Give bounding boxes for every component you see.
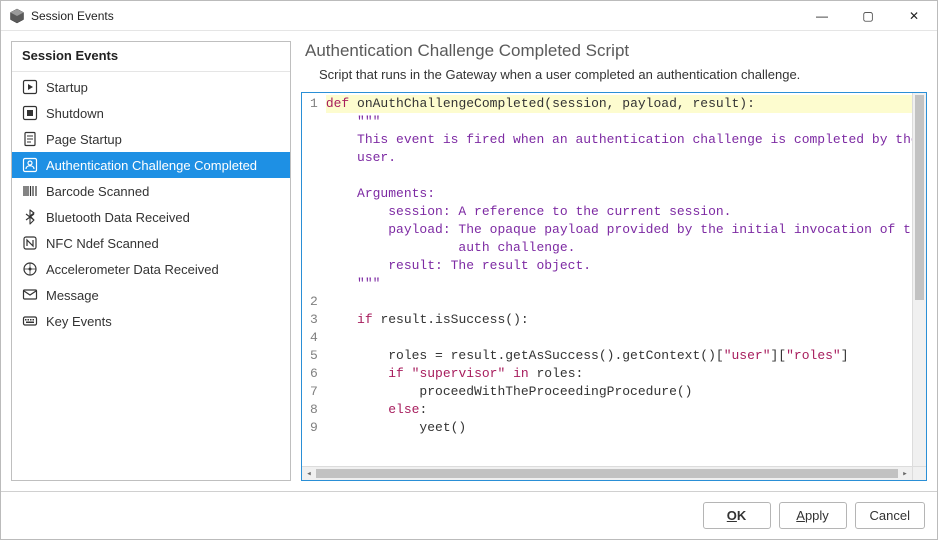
gutter-line: 2 bbox=[310, 293, 318, 311]
sidebar-item-label: Key Events bbox=[46, 314, 112, 329]
apply-button[interactable]: Apply bbox=[779, 502, 847, 529]
accel-icon bbox=[22, 261, 38, 277]
gutter-line bbox=[310, 275, 318, 293]
sidebar-item-bluetooth-data-received[interactable]: Bluetooth Data Received bbox=[12, 204, 290, 230]
gutter-line: 8 bbox=[310, 401, 318, 419]
gutter-line bbox=[310, 257, 318, 275]
code-line[interactable]: result: The result object. bbox=[326, 257, 926, 275]
code-line[interactable]: def onAuthChallengeCompleted(session, pa… bbox=[326, 95, 926, 113]
code-line[interactable]: yeet() bbox=[326, 419, 926, 437]
code-gutter: 1 23456789 bbox=[302, 93, 322, 480]
close-button[interactable]: ✕ bbox=[891, 1, 937, 30]
sidebar-item-label: Shutdown bbox=[46, 106, 104, 121]
gutter-line: 5 bbox=[310, 347, 318, 365]
code-line[interactable]: user. bbox=[326, 149, 926, 167]
sidebar: Session Events Startup Shutdown Page Start… bbox=[11, 41, 291, 481]
code-line[interactable]: if result.isSuccess(): bbox=[326, 311, 926, 329]
gutter-line bbox=[310, 131, 318, 149]
play-icon bbox=[22, 79, 38, 95]
code-line[interactable]: session: A reference to the current sess… bbox=[326, 203, 926, 221]
nfc-icon bbox=[22, 235, 38, 251]
dialog-footer: OK Apply Cancel bbox=[1, 491, 937, 539]
sidebar-item-authentication-challenge-completed[interactable]: Authentication Challenge Completed bbox=[12, 152, 290, 178]
gutter-line bbox=[310, 113, 318, 131]
code-line[interactable]: auth challenge. bbox=[326, 239, 926, 257]
sidebar-item-startup[interactable]: Startup bbox=[12, 74, 290, 100]
gutter-line bbox=[310, 149, 318, 167]
gutter-line bbox=[310, 203, 318, 221]
sidebar-item-label: Page Startup bbox=[46, 132, 122, 147]
code-editor[interactable]: 1 23456789 def onAuthChallengeCompleted(s… bbox=[301, 92, 927, 481]
barcode-icon bbox=[22, 183, 38, 199]
key-icon bbox=[22, 313, 38, 329]
minimize-button[interactable]: — bbox=[799, 1, 845, 30]
code-line[interactable]: else: bbox=[326, 401, 926, 419]
body-area: Session Events Startup Shutdown Page Start… bbox=[1, 31, 937, 491]
sidebar-item-label: Startup bbox=[46, 80, 88, 95]
sidebar-item-barcode-scanned[interactable]: Barcode Scanned bbox=[12, 178, 290, 204]
maximize-button[interactable]: ▢ bbox=[845, 1, 891, 30]
window-controls: — ▢ ✕ bbox=[799, 1, 937, 30]
code-line[interactable]: payload: The opaque payload provided by … bbox=[326, 221, 926, 239]
page-icon bbox=[22, 131, 38, 147]
sidebar-items: Startup Shutdown Page Startup Authenticatio… bbox=[12, 72, 290, 480]
gutter-line: 7 bbox=[310, 383, 318, 401]
bluetooth-icon bbox=[22, 209, 38, 225]
code-line[interactable]: roles = result.getAsSuccess().getContext… bbox=[326, 347, 926, 365]
gutter-line bbox=[310, 167, 318, 185]
sidebar-header: Session Events bbox=[12, 42, 290, 72]
sidebar-item-label: Barcode Scanned bbox=[46, 184, 149, 199]
page-title: Authentication Challenge Completed Scrip… bbox=[301, 41, 927, 65]
sidebar-item-label: Message bbox=[46, 288, 99, 303]
scroll-right-arrow-icon[interactable]: ▸ bbox=[898, 467, 912, 481]
sidebar-item-label: Accelerometer Data Received bbox=[46, 262, 219, 277]
sidebar-item-key-events[interactable]: Key Events bbox=[12, 308, 290, 334]
vertical-scrollbar[interactable] bbox=[912, 93, 926, 466]
stop-icon bbox=[22, 105, 38, 121]
title-bar: Session Events — ▢ ✕ bbox=[1, 1, 937, 31]
sidebar-item-message[interactable]: Message bbox=[12, 282, 290, 308]
sidebar-item-label: NFC Ndef Scanned bbox=[46, 236, 159, 251]
code-line[interactable]: """ bbox=[326, 113, 926, 131]
message-icon bbox=[22, 287, 38, 303]
code-body[interactable]: def onAuthChallengeCompleted(session, pa… bbox=[322, 93, 926, 480]
code-line[interactable] bbox=[326, 293, 926, 311]
cancel-button[interactable]: Cancel bbox=[855, 502, 925, 529]
scroll-corner bbox=[912, 466, 926, 480]
code-line[interactable]: """ bbox=[326, 275, 926, 293]
code-line[interactable]: This event is fired when an authenticati… bbox=[326, 131, 926, 149]
ok-button[interactable]: OK bbox=[703, 502, 771, 529]
gutter-line bbox=[310, 221, 318, 239]
gutter-line bbox=[310, 185, 318, 203]
code-line[interactable] bbox=[326, 167, 926, 185]
auth-icon bbox=[22, 157, 38, 173]
page-description: Script that runs in the Gateway when a u… bbox=[301, 65, 927, 92]
code-line[interactable]: proceedWithTheProceedingProcedure() bbox=[326, 383, 926, 401]
sidebar-item-page-startup[interactable]: Page Startup bbox=[12, 126, 290, 152]
code-line[interactable]: Arguments: bbox=[326, 185, 926, 203]
gutter-line: 9 bbox=[310, 419, 318, 437]
sidebar-item-label: Bluetooth Data Received bbox=[46, 210, 190, 225]
main-panel: Authentication Challenge Completed Scrip… bbox=[301, 41, 927, 481]
gutter-line: 4 bbox=[310, 329, 318, 347]
sidebar-item-shutdown[interactable]: Shutdown bbox=[12, 100, 290, 126]
gutter-line: 3 bbox=[310, 311, 318, 329]
app-icon bbox=[9, 8, 25, 24]
code-line[interactable] bbox=[326, 329, 926, 347]
code-lines[interactable]: def onAuthChallengeCompleted(session, pa… bbox=[322, 93, 926, 439]
sidebar-item-label: Authentication Challenge Completed bbox=[46, 158, 257, 173]
horizontal-scrollbar[interactable]: ◂ ▸ bbox=[302, 466, 912, 480]
horizontal-scroll-thumb[interactable] bbox=[316, 469, 898, 478]
gutter-line: 6 bbox=[310, 365, 318, 383]
sidebar-item-accelerometer-data-received[interactable]: Accelerometer Data Received bbox=[12, 256, 290, 282]
scroll-left-arrow-icon[interactable]: ◂ bbox=[302, 467, 316, 481]
gutter-line bbox=[310, 239, 318, 257]
vertical-scroll-thumb[interactable] bbox=[915, 95, 924, 300]
sidebar-item-nfc-ndef-scanned[interactable]: NFC Ndef Scanned bbox=[12, 230, 290, 256]
gutter-line: 1 bbox=[310, 95, 318, 113]
window-title: Session Events bbox=[31, 9, 799, 23]
code-line[interactable]: if "supervisor" in roles: bbox=[326, 365, 926, 383]
